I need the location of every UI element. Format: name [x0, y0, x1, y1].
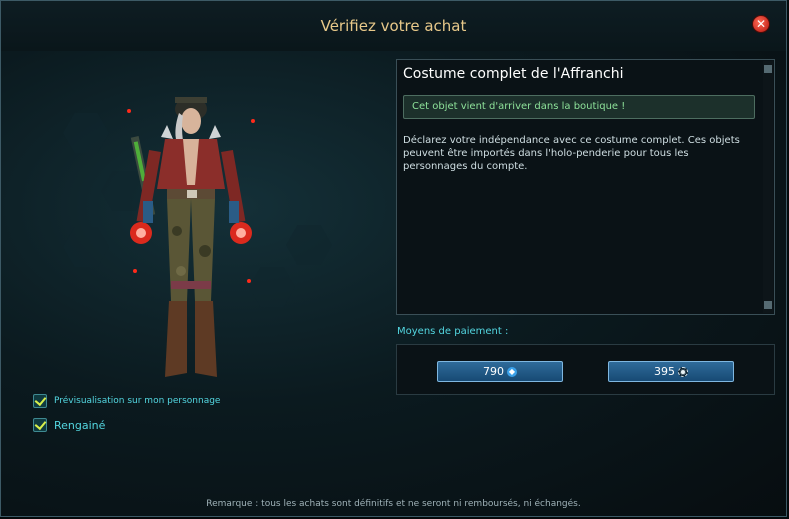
- hex-decoration: [63, 113, 109, 153]
- character-preview[interactable]: [121, 81, 261, 381]
- sheathed-option[interactable]: Rengainé: [33, 418, 105, 432]
- payment-panel: 790 ◆ 395 ✹: [396, 344, 775, 395]
- cosmic-credit-icon: ◆: [507, 366, 517, 377]
- new-item-banner: Cet objet vient d'arriver dans la boutiq…: [403, 95, 755, 119]
- purchase-dialog: Vérifiez votre achat ✕ Prévisualisation …: [0, 0, 787, 517]
- preview-label[interactable]: Prévisualisation sur mon personnage: [54, 396, 220, 406]
- preview-option[interactable]: Prévisualisation sur mon personnage: [33, 394, 220, 408]
- title-bar: Vérifiez votre achat ✕: [1, 1, 786, 51]
- omnibit-icon: ✹: [678, 366, 688, 377]
- description-scrollbar[interactable]: [763, 61, 773, 313]
- close-button[interactable]: ✕: [752, 15, 770, 33]
- price-credits: 790: [483, 365, 504, 378]
- footer-remark: Remarque : tous les achats sont définiti…: [206, 499, 581, 509]
- payment-label: Moyens de paiement :: [397, 326, 509, 337]
- scroll-down-icon[interactable]: [764, 301, 772, 309]
- sheathed-label[interactable]: Rengainé: [54, 419, 105, 432]
- dialog-title: Vérifiez votre achat: [320, 17, 467, 35]
- hex-decoration: [286, 225, 332, 265]
- sheathed-checkbox[interactable]: [33, 418, 47, 432]
- hex-decoration: [63, 227, 109, 267]
- item-description: Déclarez votre indépendance avec ce cost…: [403, 135, 740, 172]
- preview-checkbox[interactable]: [33, 394, 47, 408]
- pay-with-omnibits-button[interactable]: 395 ✹: [608, 361, 734, 382]
- pay-with-credits-button[interactable]: 790 ◆: [437, 361, 563, 382]
- item-name: Costume complet de l'Affranchi: [403, 66, 624, 82]
- item-info-panel: Costume complet de l'Affranchi Cet objet…: [396, 59, 775, 315]
- character-model: [127, 97, 255, 377]
- close-icon: ✕: [755, 17, 767, 31]
- price-omnibits: 395: [654, 365, 675, 378]
- scroll-up-icon[interactable]: [764, 65, 772, 73]
